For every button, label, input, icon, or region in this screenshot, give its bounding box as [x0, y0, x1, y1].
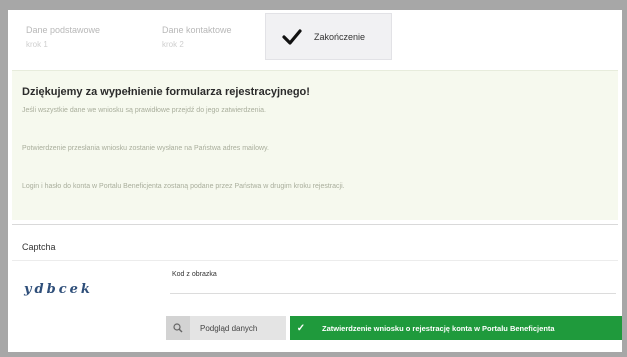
captcha-code-input[interactable]: [170, 280, 616, 294]
divider: [12, 260, 618, 261]
step-subtitle: krok 1: [26, 40, 48, 49]
step-title: Dane kontaktowe: [162, 25, 232, 35]
captcha-image: ydbcek: [24, 282, 93, 297]
step-basic-data[interactable]: Dane podstawowe krok 1: [14, 10, 142, 62]
search-icon: [166, 316, 190, 340]
step-title: Zakończenie: [314, 32, 366, 42]
notice-line: Potwierdzenie przesłania wniosku zostani…: [22, 145, 269, 152]
registration-window: Dane podstawowe krok 1 Dane kontaktowe k…: [8, 10, 622, 352]
steps-bar: Dane podstawowe krok 1 Dane kontaktowe k…: [8, 10, 622, 62]
notice-heading: Dziękujemy za wypełnienie formularza rej…: [22, 86, 310, 98]
check-icon: [282, 29, 302, 45]
divider: [12, 224, 618, 225]
notice-line: Login i hasło do konta w Portalu Benefic…: [22, 183, 345, 190]
confirm-registration-button[interactable]: ✓ Zatwierdzenie wniosku o rejestrację ko…: [290, 316, 622, 340]
step-finish[interactable]: Zakończenie: [265, 13, 392, 60]
preview-data-label: Podgląd danych: [200, 323, 258, 333]
captcha-label: Captcha: [22, 242, 56, 252]
notice-line: Jeśli wszystkie dane we wniosku są prawi…: [22, 107, 266, 114]
success-notice: Dziękujemy za wypełnienie formularza rej…: [12, 70, 618, 220]
step-title: Dane podstawowe: [26, 25, 101, 35]
preview-data-button[interactable]: Podgląd danych: [166, 316, 286, 340]
confirm-registration-label: Zatwierdzenie wniosku o rejestrację kont…: [322, 323, 555, 333]
step-subtitle: krok 2: [162, 40, 184, 49]
captcha-code-label: Kod z obrazka: [172, 271, 217, 278]
step-contact-data[interactable]: Dane kontaktowe krok 2: [150, 10, 268, 62]
check-icon: ✓: [296, 322, 306, 334]
